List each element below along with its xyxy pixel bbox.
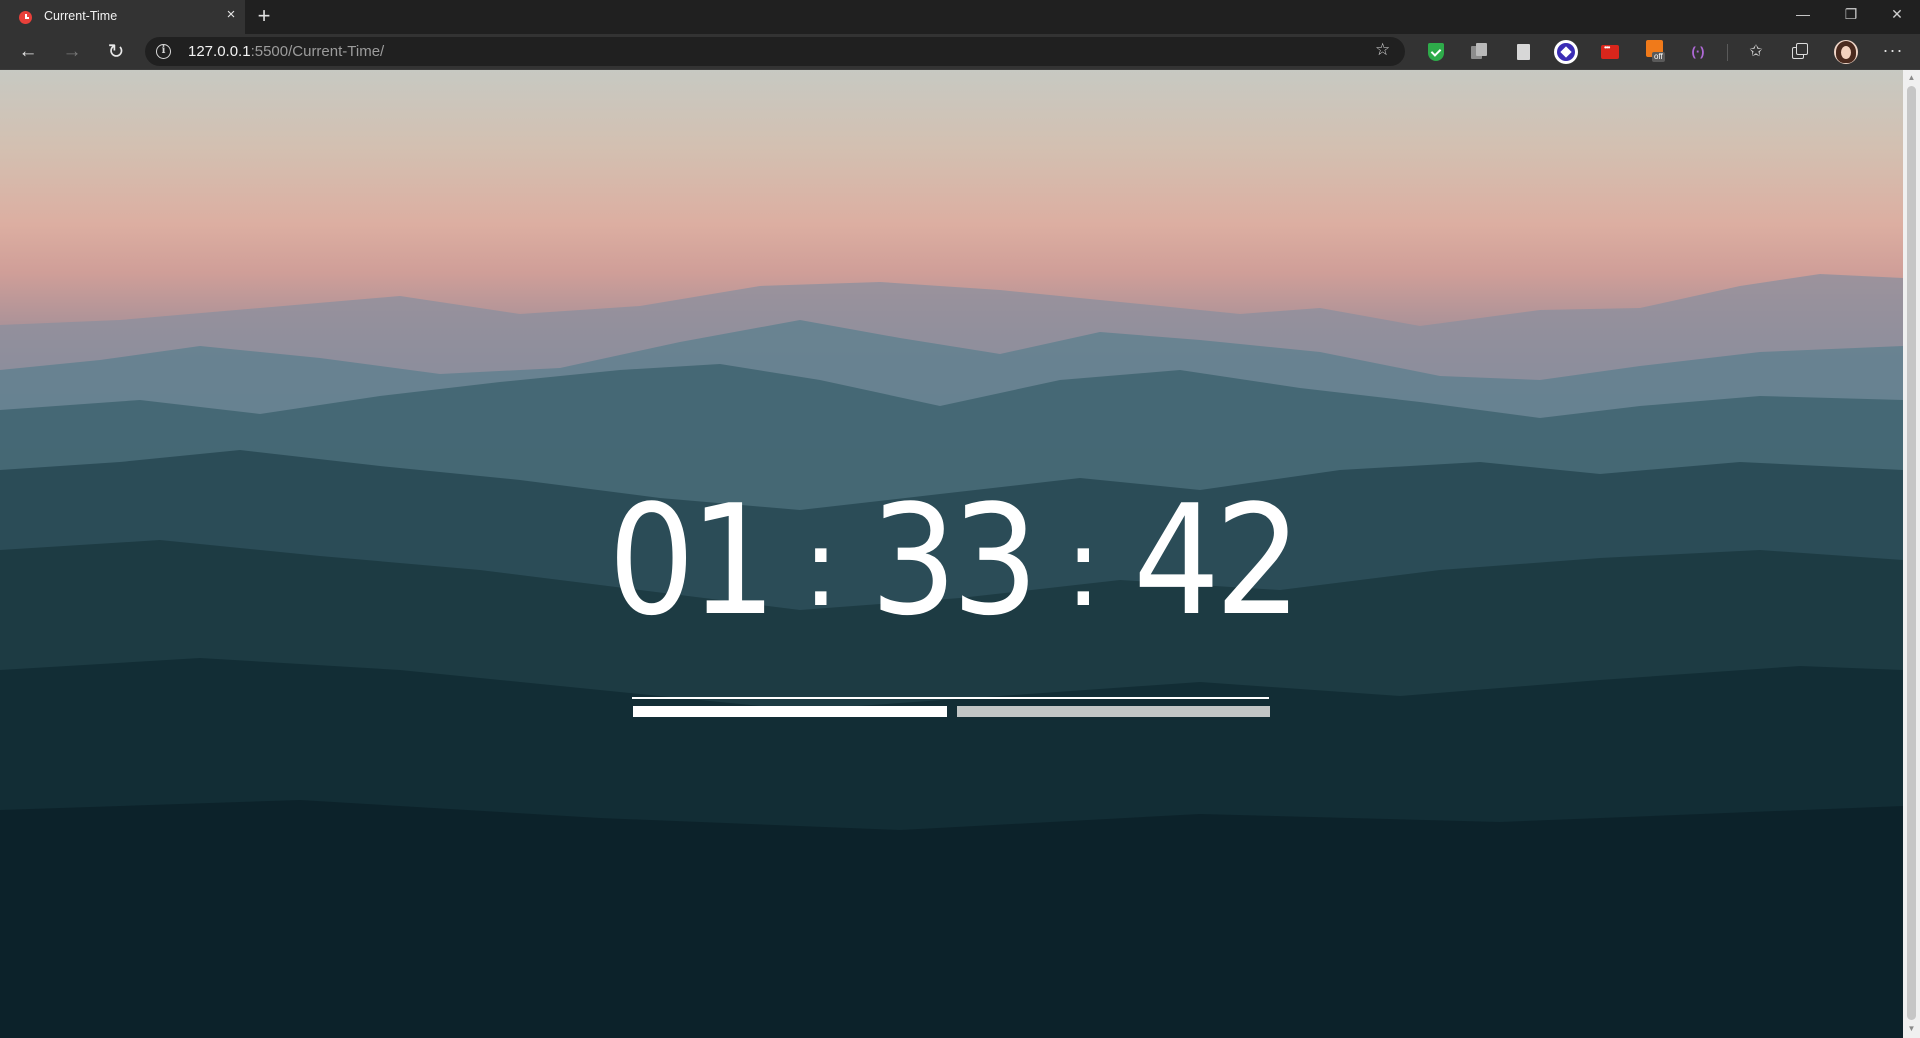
forward-button[interactable]: → bbox=[57, 38, 87, 66]
back-button[interactable]: ← bbox=[13, 38, 43, 66]
clock-digits: 01 : 33 : 42 bbox=[608, 451, 1302, 671]
page-viewport: 01 : 33 : 42 bbox=[0, 70, 1903, 1038]
toolbar-divider bbox=[1727, 44, 1728, 61]
close-tab-icon[interactable]: × bbox=[222, 6, 240, 24]
clock-separator: : bbox=[802, 503, 840, 631]
url-path: :5500/Current-Time/ bbox=[250, 43, 385, 60]
clock-minutes: 33 bbox=[870, 472, 1039, 649]
site-info-icon[interactable]: i bbox=[156, 44, 171, 59]
shield-check-icon[interactable] bbox=[1426, 42, 1446, 62]
scroll-down-arrow-icon[interactable]: ▼ bbox=[1903, 1022, 1920, 1036]
browser-toolbar: ← → ↻ i 127.0.0.1:5500/Current-Time/ ☆ o… bbox=[0, 34, 1920, 70]
off-badge-icon[interactable]: off bbox=[1645, 40, 1667, 64]
favorites-icon[interactable]: ✩ bbox=[1746, 42, 1766, 62]
clock-seconds: 42 bbox=[1132, 472, 1302, 649]
copy-icon[interactable] bbox=[1469, 42, 1489, 62]
profile-avatar[interactable] bbox=[1834, 40, 1858, 64]
scrollbar-thumb[interactable] bbox=[1907, 86, 1916, 1020]
tab-title: Current-Time bbox=[44, 9, 118, 23]
paren-icon[interactable]: (·) bbox=[1688, 42, 1708, 62]
collections-icon[interactable] bbox=[1790, 42, 1810, 62]
new-tab-button[interactable]: + bbox=[252, 4, 276, 28]
favorite-star-icon[interactable]: ☆ bbox=[1375, 40, 1390, 60]
close-window-button[interactable]: ✕ bbox=[1874, 0, 1920, 30]
clock-favicon-icon bbox=[19, 11, 32, 24]
reload-button[interactable]: ↻ bbox=[101, 38, 131, 66]
clock-separator: : bbox=[1064, 503, 1102, 631]
url-text[interactable]: 127.0.0.1:5500/Current-Time/ bbox=[188, 43, 384, 60]
vertical-scrollbar[interactable]: ▲ ▼ bbox=[1903, 70, 1920, 1038]
tab-strip: Current-Time × + — ❐ ✕ bbox=[0, 0, 1920, 34]
clock-bar-primary bbox=[633, 706, 947, 717]
clock-bar-secondary bbox=[957, 706, 1270, 717]
off-badge: off bbox=[1652, 52, 1665, 62]
document-icon[interactable] bbox=[1513, 42, 1533, 62]
address-bar[interactable]: i 127.0.0.1:5500/Current-Time/ ☆ bbox=[145, 37, 1405, 66]
url-host: 127.0.0.1 bbox=[188, 43, 251, 60]
clock-hours: 01 bbox=[607, 472, 777, 649]
circle-diamond-icon[interactable] bbox=[1554, 40, 1578, 64]
clock-display: 01 : 33 : 42 bbox=[608, 451, 1302, 717]
restore-button[interactable]: ❐ bbox=[1828, 0, 1874, 30]
clock-underline bbox=[632, 697, 1269, 699]
red-dots-icon[interactable] bbox=[1600, 42, 1620, 62]
tab-current-time[interactable]: Current-Time × bbox=[0, 0, 245, 34]
scroll-up-arrow-icon[interactable]: ▲ bbox=[1903, 72, 1920, 84]
minimize-button[interactable]: — bbox=[1780, 0, 1826, 30]
more-options-icon[interactable]: ··· bbox=[1875, 38, 1911, 66]
